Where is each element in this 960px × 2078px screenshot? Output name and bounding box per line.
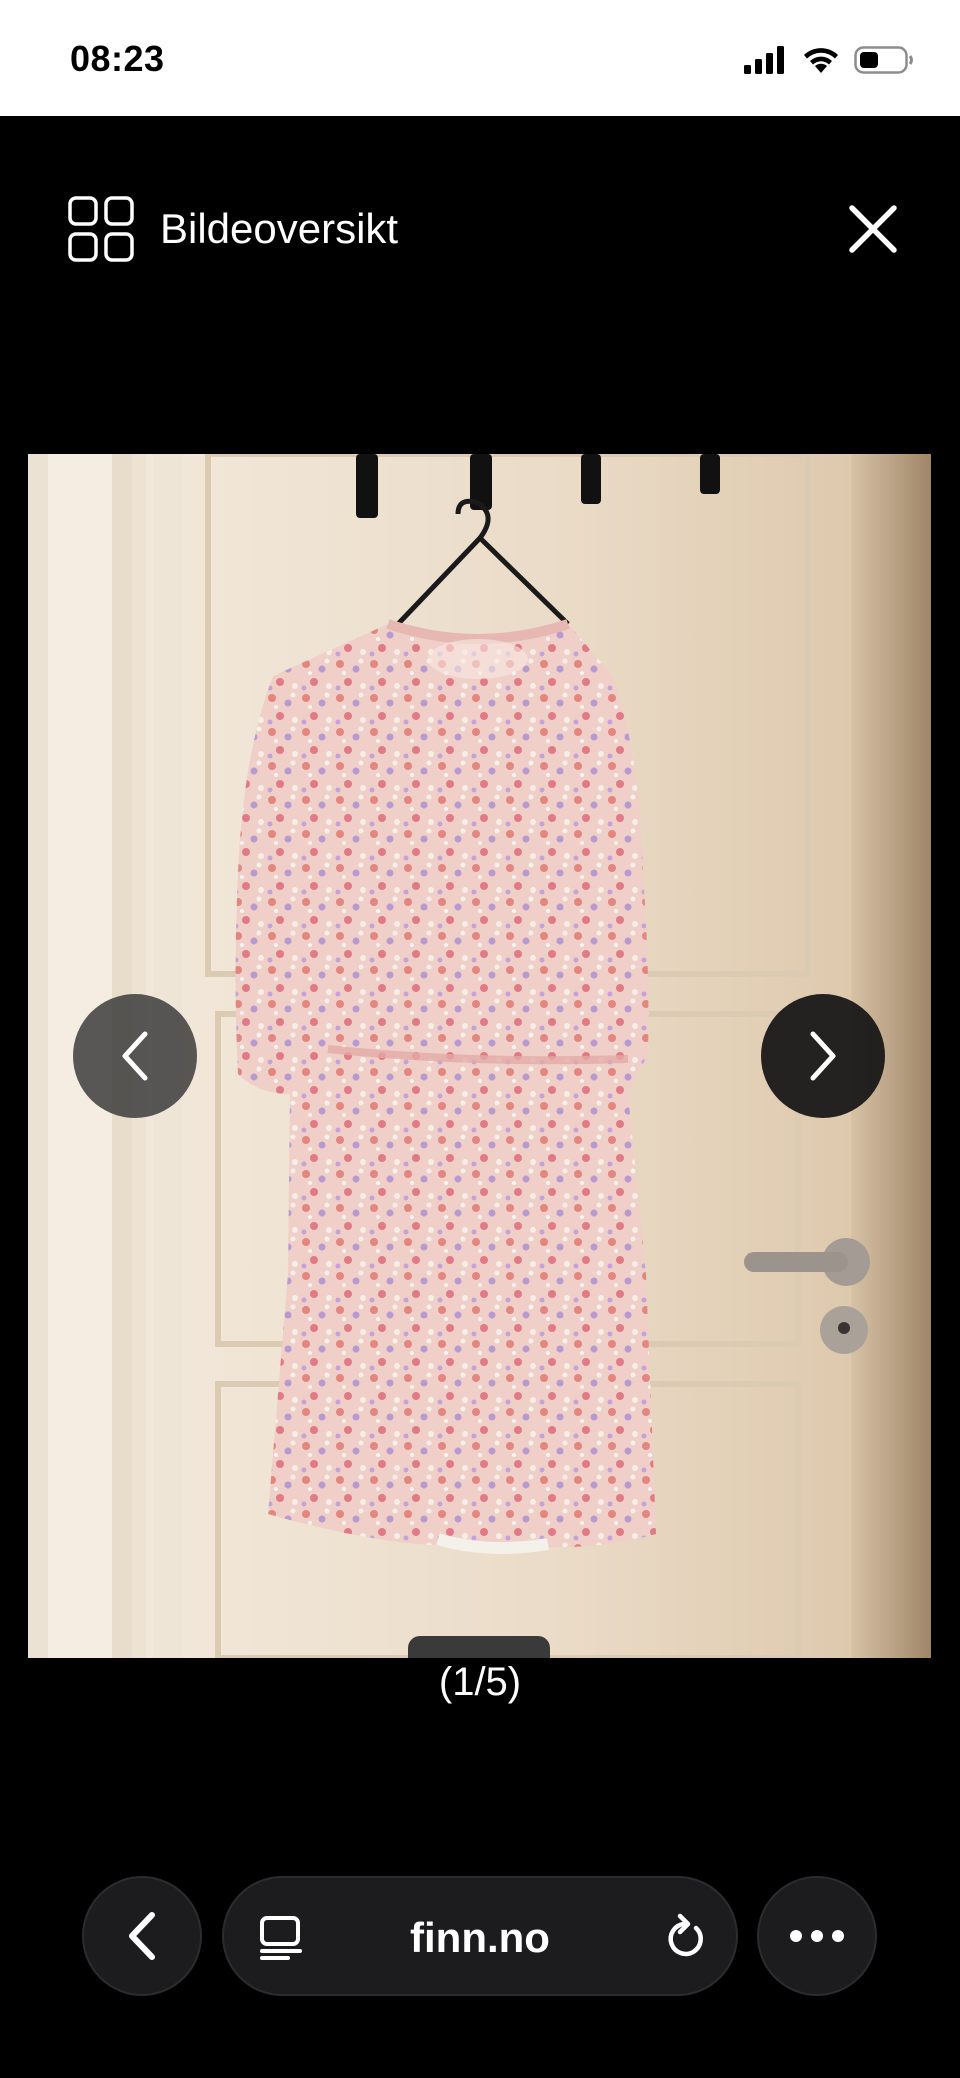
- cellular-signal-icon: [744, 46, 784, 74]
- browser-back-button[interactable]: [82, 1876, 202, 1996]
- image-overview-button[interactable]: Bildeoversikt: [68, 196, 398, 262]
- wifi-icon: [804, 48, 838, 73]
- url-text: finn.no: [410, 1914, 550, 1961]
- close-button[interactable]: [846, 202, 900, 256]
- battery-icon: [854, 46, 913, 74]
- next-image-button[interactable]: [761, 994, 885, 1118]
- previous-image-button[interactable]: [73, 994, 197, 1118]
- status-time: 08:23: [70, 38, 165, 79]
- close-icon: [849, 205, 897, 253]
- image-overview-label: Bildeoversikt: [160, 205, 399, 252]
- status-icons: [744, 42, 914, 78]
- viewer-header: Bildeoversikt: [0, 116, 960, 336]
- photo-indicator-pill: [408, 1636, 550, 1658]
- more-options-button[interactable]: [757, 1876, 877, 1996]
- chevron-left-icon: [122, 1031, 148, 1081]
- address-bar[interactable]: finn.no: [222, 1876, 738, 1996]
- chevron-right-icon: [810, 1031, 836, 1081]
- reload-icon[interactable]: [662, 1912, 706, 1960]
- chevron-left-icon: [129, 1912, 155, 1960]
- image-counter: (1/5): [438, 1660, 522, 1704]
- more-icon: [790, 1930, 844, 1942]
- grid-icon: [68, 196, 134, 262]
- status-bar: 08:23: [0, 0, 960, 116]
